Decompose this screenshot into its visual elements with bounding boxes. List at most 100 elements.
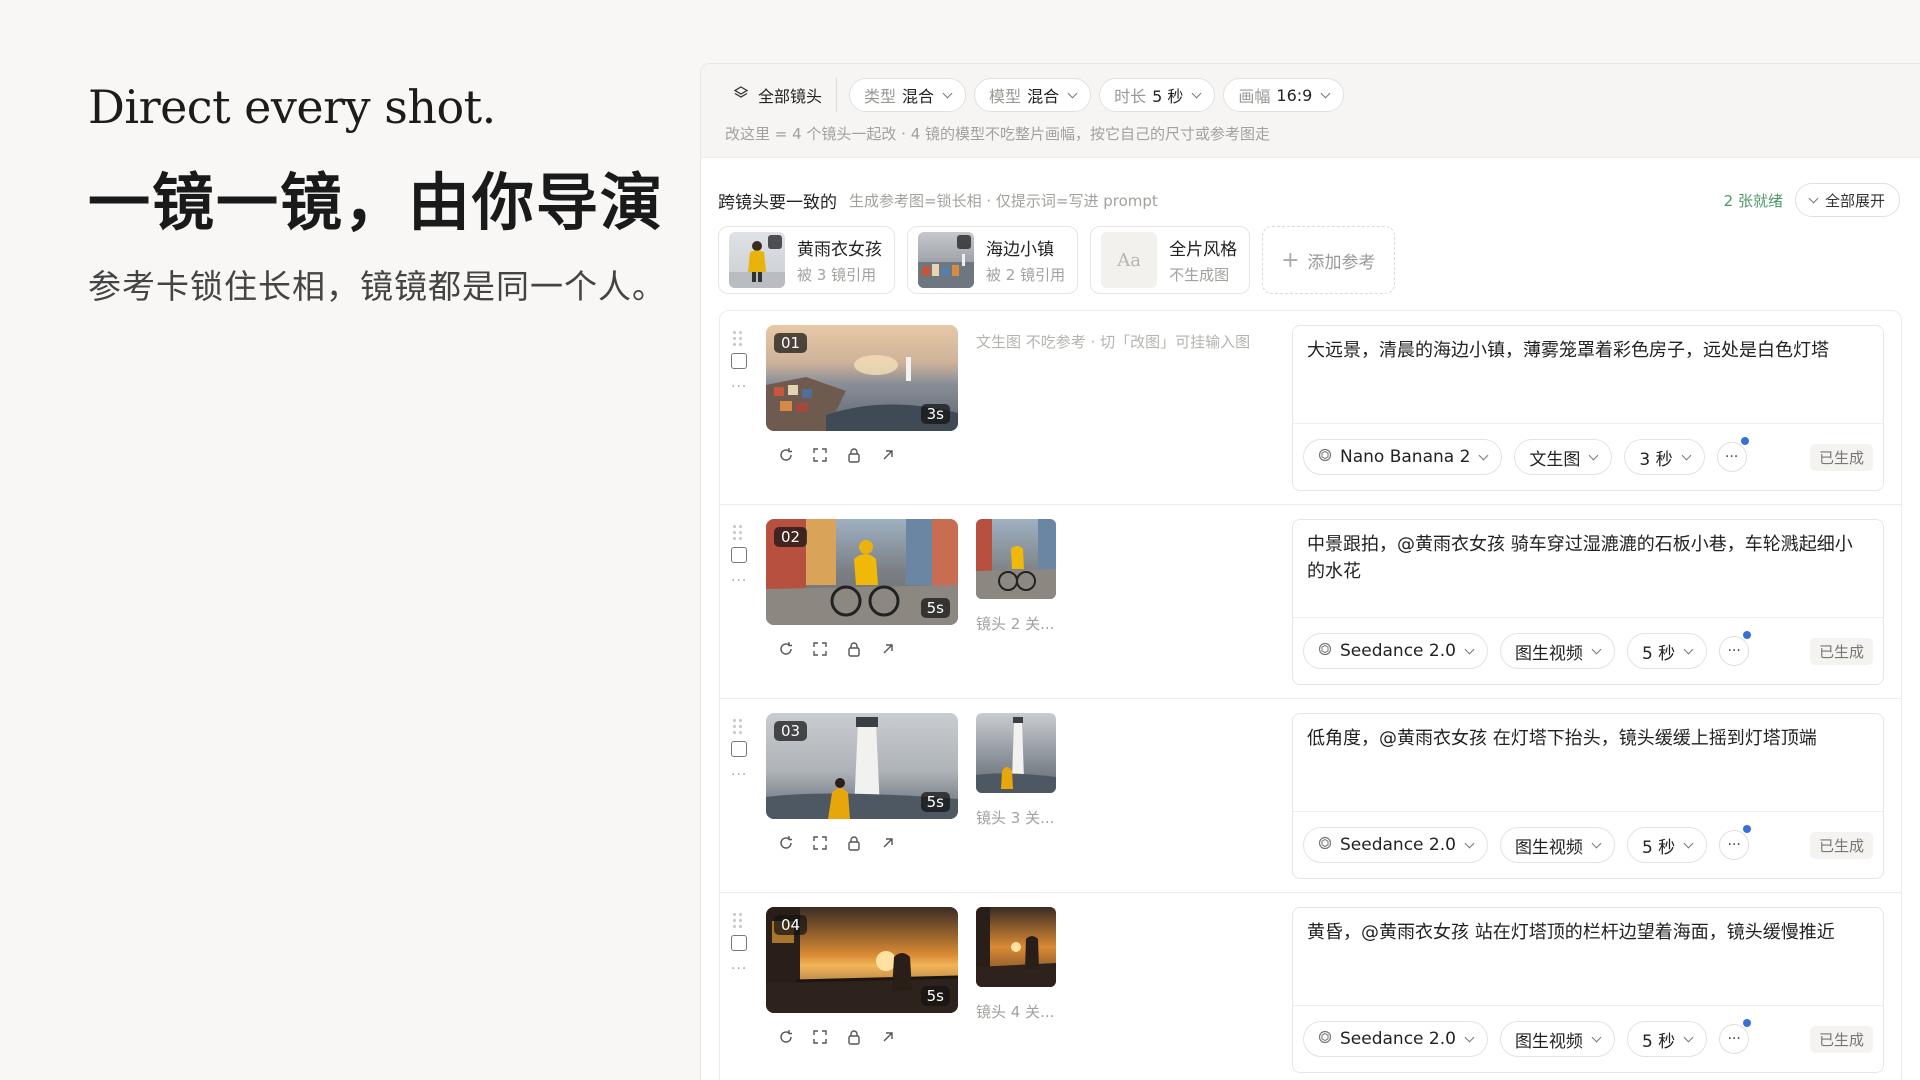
filter-duration[interactable]: 时长 5 秒 (1099, 78, 1216, 112)
open-external-icon[interactable] (878, 833, 898, 853)
mode-label: 图生视频 (1514, 1031, 1583, 1052)
more-options-button[interactable]: ··· (1719, 825, 1752, 860)
notification-dot (1743, 631, 1752, 639)
filter-key: 类型 (864, 87, 897, 106)
filter-type[interactable]: 类型 混合 (849, 78, 967, 112)
mode-select[interactable]: 图生视频 (1499, 827, 1615, 863)
lock-icon[interactable] (844, 833, 864, 853)
reference-frame-thumbnail[interactable] (976, 713, 1056, 793)
add-ref-button[interactable]: + 添加参考 (1262, 226, 1395, 294)
shot-tools (776, 833, 898, 853)
more-options-button[interactable]: ··· (1719, 631, 1752, 666)
ref-card-girl[interactable]: 黄雨衣女孩 被 3 镜引用 (718, 226, 895, 294)
ref-cards: 黄雨衣女孩 被 3 镜引用 海边小镇 被 2 镜引用 Aa 全片风格 不生成图 … (701, 226, 1920, 294)
more-icon[interactable]: ··· (731, 379, 747, 395)
reference-frame-thumbnail[interactable] (976, 907, 1056, 987)
length-select[interactable]: 5 秒 (1626, 827, 1708, 863)
shot-row: ··· 02 5s 镜头 2 关... 中景跟拍，@黄雨衣女孩 骑车穿过湿漉漉的… (720, 505, 1901, 699)
mode-select[interactable]: 图生视频 (1499, 633, 1615, 669)
more-options-button[interactable]: ··· (1719, 1019, 1752, 1054)
model-label: Seedance 2.0 (1340, 835, 1456, 855)
fullscreen-icon[interactable] (810, 639, 830, 659)
length-select[interactable]: 3 秒 (1624, 439, 1705, 475)
drag-handle-icon[interactable] (733, 719, 743, 735)
mode-select[interactable]: 文生图 (1514, 439, 1613, 475)
lock-icon (768, 235, 782, 249)
shot-list: ··· 01 3s 文生图 不吃参考 · 切「改图」可挂输入图 大远景，清晨的海… (719, 310, 1902, 1080)
shot-checkbox[interactable] (731, 935, 747, 951)
filter-aspect[interactable]: 画幅 16:9 (1223, 78, 1345, 112)
ref-name: 全片风格 (1169, 240, 1238, 260)
shot-number-badge: 02 (774, 527, 808, 547)
regenerate-icon[interactable] (776, 639, 796, 659)
lock-icon[interactable] (844, 639, 864, 659)
model-select[interactable]: Seedance 2.0 (1303, 633, 1488, 669)
more-icon[interactable]: ··· (731, 767, 747, 783)
shot-checkbox[interactable] (731, 547, 747, 563)
status-badge: 已生成 (1809, 1025, 1873, 1053)
chevron-down-icon (1478, 450, 1489, 460)
model-select[interactable]: Seedance 2.0 (1303, 827, 1488, 863)
filter-key: 时长 (1114, 87, 1147, 106)
model-select[interactable]: Seedance 2.0 (1303, 1021, 1488, 1057)
more-options-button[interactable]: ··· (1716, 437, 1749, 472)
more-icon[interactable]: ··· (731, 573, 747, 589)
filter-value: 混合 (1027, 87, 1060, 106)
filter-value: 混合 (902, 87, 935, 106)
model-label: Seedance 2.0 (1340, 641, 1456, 661)
chevron-down-icon (1681, 450, 1692, 460)
shot-checkbox[interactable] (731, 741, 747, 757)
mode-label: 文生图 (1529, 449, 1581, 470)
shot-thumbnail[interactable]: 01 3s (766, 325, 958, 431)
refs-header: 跨镜头要一致的 生成参考图=锁长相 · 仅提示词=写进 prompt 2 张就绪… (701, 182, 1920, 218)
prompt-input[interactable]: 中景跟拍，@黄雨衣女孩 骑车穿过湿漉漉的石板小巷，车轮溅起细小的水花 (1293, 520, 1883, 618)
lock-icon[interactable] (844, 1027, 864, 1047)
regenerate-icon[interactable] (776, 1027, 796, 1047)
length-select[interactable]: 5 秒 (1626, 1021, 1708, 1057)
fullscreen-icon[interactable] (810, 1027, 830, 1047)
lock-icon[interactable] (844, 445, 864, 465)
notification-dot (1743, 825, 1752, 833)
shot-row: ··· 04 5s 镜头 4 关... 黄昏，@黄雨衣女孩 站在灯塔顶的栏杆边望… (720, 893, 1901, 1080)
filter-key: 画幅 (1238, 87, 1271, 106)
expand-all-button[interactable]: 全部展开 (1794, 183, 1900, 217)
all-shots-button[interactable]: 全部镜头 (723, 78, 838, 112)
mode-select[interactable]: 图生视频 (1499, 1021, 1615, 1057)
ref-card-town[interactable]: 海边小镇 被 2 镜引用 (907, 226, 1079, 294)
open-external-icon[interactable] (878, 1027, 898, 1047)
refs-hint: 生成参考图=锁长相 · 仅提示词=写进 prompt (849, 191, 1158, 210)
model-select[interactable]: Nano Banana 2 (1303, 439, 1503, 475)
status-badge: 已生成 (1809, 637, 1873, 665)
shot-thumbnail[interactable]: 04 5s (766, 907, 958, 1013)
reference-frame-thumbnail[interactable] (976, 519, 1056, 599)
filter-value: 5 秒 (1152, 87, 1184, 106)
shot-thumbnail[interactable]: 03 5s (766, 713, 958, 819)
shot-number-badge: 03 (774, 721, 808, 741)
filter-model[interactable]: 模型 混合 (974, 78, 1092, 112)
fullscreen-icon[interactable] (810, 445, 830, 465)
ref-thumb-girl (729, 232, 785, 288)
prompt-input[interactable]: 黄昏，@黄雨衣女孩 站在灯塔顶的栏杆边望着海面，镜头缓慢推近 (1293, 908, 1883, 1006)
ref-frame-label: 镜头 4 关... (976, 1003, 1055, 1021)
hero-title-en: Direct every shot. (88, 80, 496, 134)
shot-checkbox[interactable] (731, 353, 747, 369)
status-badge: 已生成 (1809, 831, 1873, 859)
chevron-down-icon (1588, 450, 1599, 460)
prompt-input[interactable]: 大远景，清晨的海边小镇，薄雾笼罩着彩色房子，远处是白色灯塔 (1293, 326, 1883, 424)
more-icon[interactable]: ··· (731, 961, 747, 977)
drag-handle-icon[interactable] (733, 525, 743, 541)
shot-tools (776, 1027, 898, 1047)
drag-handle-icon[interactable] (733, 913, 743, 929)
open-external-icon[interactable] (878, 639, 898, 659)
regenerate-icon[interactable] (776, 445, 796, 465)
model-label: Nano Banana 2 (1340, 447, 1471, 467)
drag-handle-icon[interactable] (733, 331, 743, 347)
fullscreen-icon[interactable] (810, 833, 830, 853)
prompt-input[interactable]: 低角度，@黄雨衣女孩 在灯塔下抬头，镜头缓缓上摇到灯塔顶端 (1293, 714, 1883, 812)
ref-meta: 被 2 镜引用 (986, 266, 1066, 284)
open-external-icon[interactable] (878, 445, 898, 465)
shot-thumbnail[interactable]: 02 5s (766, 519, 958, 625)
regenerate-icon[interactable] (776, 833, 796, 853)
length-select[interactable]: 5 秒 (1626, 633, 1708, 669)
ref-card-style[interactable]: Aa 全片风格 不生成图 (1090, 226, 1251, 294)
